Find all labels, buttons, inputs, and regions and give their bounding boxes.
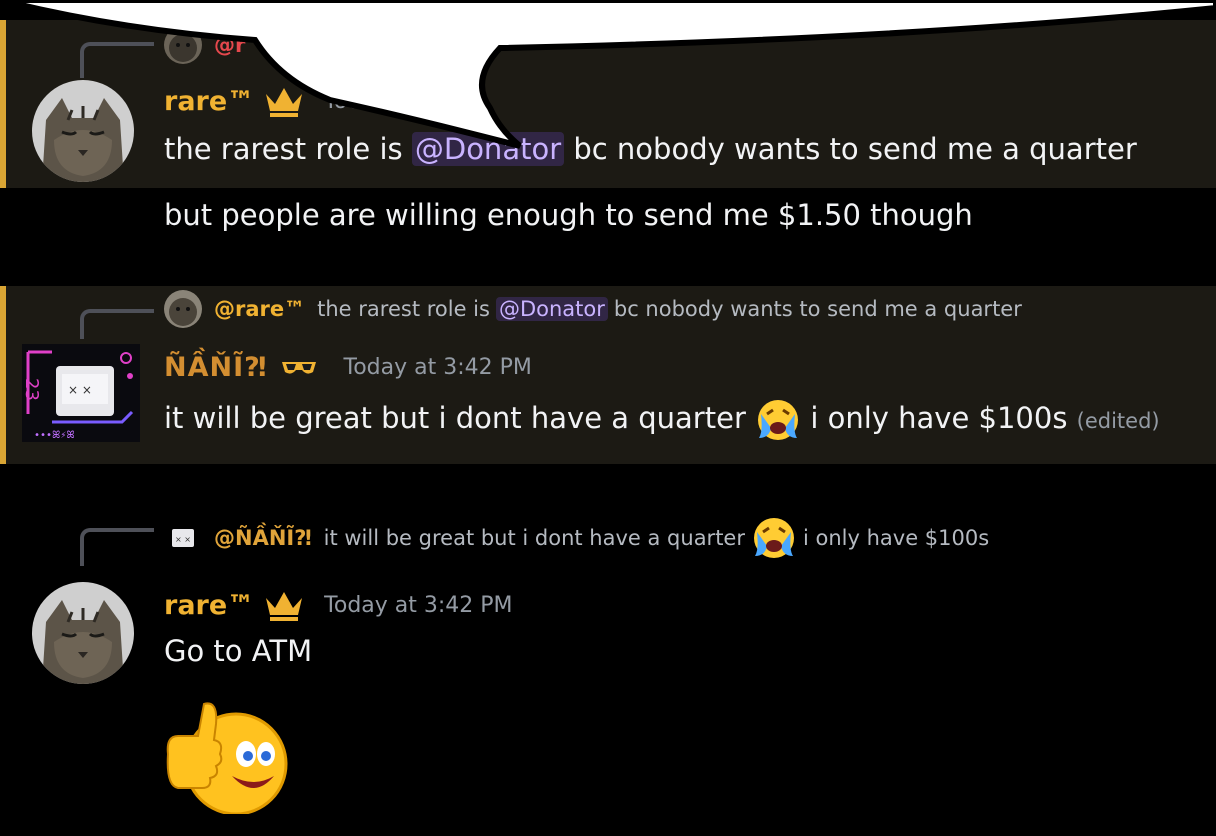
svg-text:× ×: × × xyxy=(68,383,92,397)
svg-text:23: 23 xyxy=(22,378,42,401)
edited-label: (edited) xyxy=(1076,409,1160,433)
robot-avatar[interactable]: 23 × × •••ꕤ⚡ꕤ xyxy=(22,344,140,442)
crying-emoji-icon xyxy=(758,400,799,440)
sunglasses-icon xyxy=(281,361,316,374)
timestamp: Today at 3:42 PM xyxy=(343,355,532,380)
username[interactable]: rare™ xyxy=(164,590,254,621)
reply-avatar xyxy=(164,290,202,328)
thumbs-up-emoji-icon xyxy=(166,702,288,814)
reply-spine-3 xyxy=(80,528,154,566)
message-text: Go to ATM xyxy=(164,634,313,668)
highlight-bar xyxy=(0,286,6,464)
username[interactable]: ÑẦŇĨ⁈ xyxy=(164,352,268,383)
reply-avatar: × × xyxy=(164,519,202,557)
crying-emoji-icon xyxy=(753,518,794,558)
speech-bubble-overlay xyxy=(0,0,1216,149)
message-header-3: rare™ Today at 3:42 PM xyxy=(164,588,513,622)
reply-preview-3[interactable]: × × @ÑẦŇĨ⁈ it will be great but i dont h… xyxy=(164,516,989,560)
svg-text:•••ꕤ⚡ꕤ: •••ꕤ⚡ꕤ xyxy=(34,430,75,441)
crown-icon xyxy=(266,592,303,621)
cat-avatar[interactable] xyxy=(32,582,134,684)
reply-preview-2[interactable]: @rare™ the rarest role is @Donator bc no… xyxy=(164,290,1022,328)
reply-author[interactable]: @rare™ xyxy=(214,297,305,321)
mention-donator[interactable]: @Donator xyxy=(495,297,608,321)
reply-author[interactable]: @ÑẦŇĨ⁈ xyxy=(214,526,312,550)
timestamp: Today at 3:42 PM xyxy=(324,592,513,618)
svg-text:× ×: × × xyxy=(175,535,191,544)
message-text: it will be great but i dont have a quart… xyxy=(164,398,1160,442)
message-header-2: ÑẦŇĨ⁈ Today at 3:42 PM xyxy=(164,352,532,383)
reply-spine-2 xyxy=(80,309,154,339)
message-followup: but people are willing enough to send me… xyxy=(164,198,973,232)
